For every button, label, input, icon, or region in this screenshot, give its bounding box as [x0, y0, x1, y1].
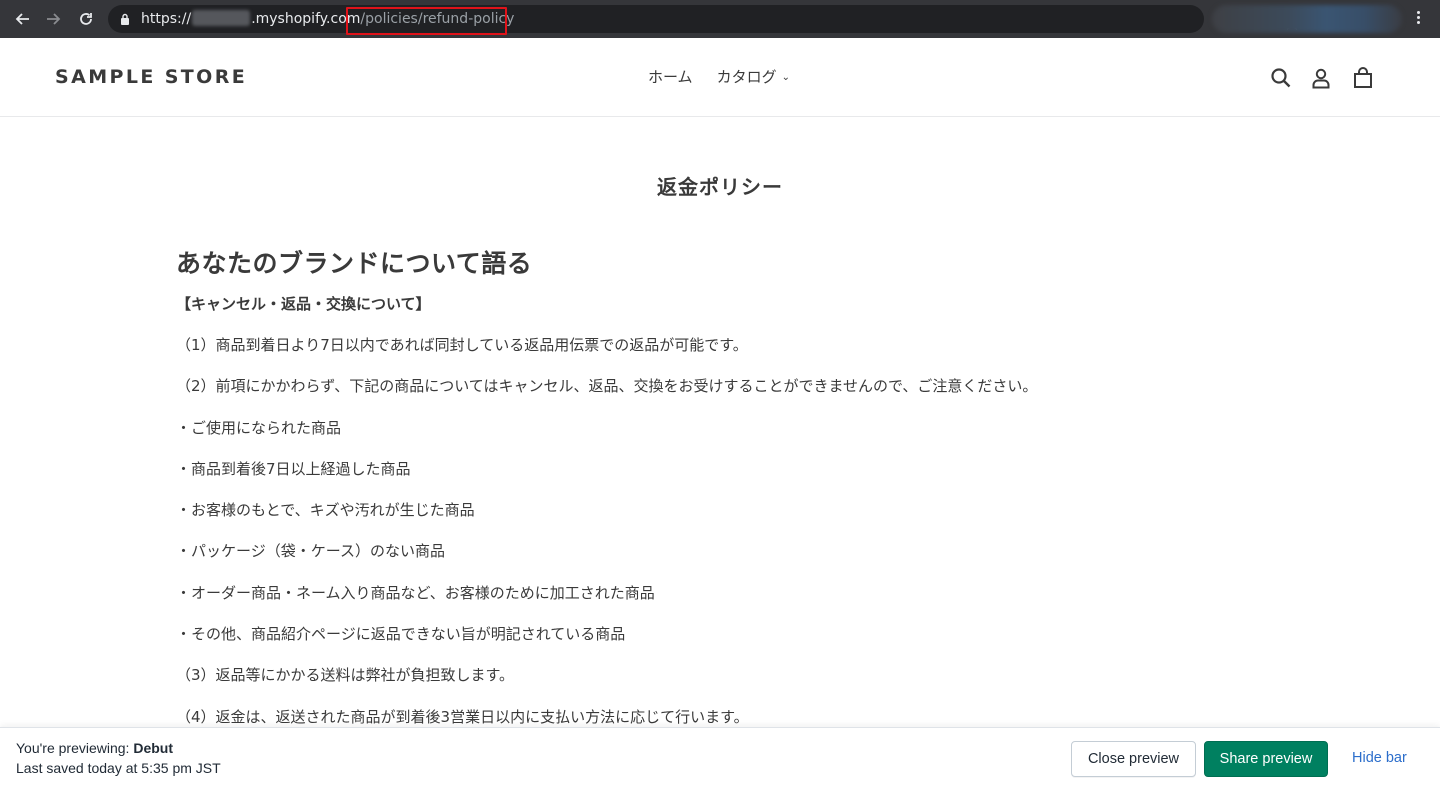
browser-menu-icon[interactable] [1410, 9, 1426, 29]
chevron-down-icon: ⌄ [781, 72, 790, 83]
account-icon[interactable] [1310, 67, 1332, 89]
policy-heading: あなたのブランドについて語る [176, 249, 533, 278]
address-bar[interactable]: https://.myshopify.com/policies/refund-p… [108, 5, 1300, 33]
lock-icon [121, 13, 129, 25]
search-icon[interactable] [1270, 67, 1292, 89]
share-preview-button[interactable]: Share preview [1204, 741, 1328, 777]
policy-paragraph: ・その他、商品紹介ページに返品できない旨が明記されている商品 [176, 625, 626, 644]
main-nav: ホーム カタログ ⌄ [648, 66, 814, 87]
forward-button[interactable] [39, 4, 69, 34]
store-header: SAMPLE STORE ホーム カタログ ⌄ [0, 38, 1440, 117]
nav-link-catalog[interactable]: カタログ ⌄ [717, 66, 790, 87]
policy-body: あなたのブランドについて語る 【キャンセル・返品・交換について】 （1）商品到着… [176, 249, 1266, 748]
reload-button[interactable] [71, 4, 101, 34]
browser-toolbar: https://.myshopify.com/policies/refund-p… [0, 0, 1440, 38]
reload-icon [80, 13, 92, 25]
last-saved-text: Last saved today at 5:35 pm JST [16, 760, 221, 776]
policy-paragraph: ・ご使用になられた商品 [176, 418, 342, 437]
close-preview-button[interactable]: Close preview [1071, 741, 1196, 777]
page-title: 返金ポリシー [657, 175, 783, 199]
nav-link-home[interactable]: ホーム [648, 66, 693, 87]
policy-paragraph: ・商品到着後7日以上経過した商品 [176, 459, 411, 478]
previewing-text: You're previewing: Debut [16, 740, 173, 756]
nav-link-catalog-label: カタログ [716, 68, 777, 86]
url-path-highlight [346, 7, 507, 35]
hide-bar-link[interactable]: Hide bar [1352, 750, 1407, 766]
policy-paragraph: （2）前項にかかわらず、下記の商品についてはキャンセル、返品、交換をお受けするこ… [176, 377, 1038, 396]
arrow-right-icon [47, 13, 61, 25]
policy-paragraph: （4）返金は、返送された商品が到着後3営業日以内に支払い方法に応じて行います。 [176, 707, 749, 726]
url-redacted [192, 10, 251, 26]
policy-paragraph: （1）商品到着日より7日以内であれば同封している返品用伝票での返品が可能です。 [176, 336, 748, 354]
theme-name: Debut [133, 740, 174, 756]
arrow-left-icon [15, 13, 29, 25]
url-host: .myshopify.com [251, 11, 361, 27]
previewing-prefix: You're previewing: [16, 740, 134, 756]
policy-paragraph: ・パッケージ（袋・ケース）のない商品 [176, 542, 445, 561]
policy-paragraph: （3）返品等にかかる送料は弊社が負担致します。 [176, 666, 515, 685]
policy-paragraph: ・お客様のもとで、キズや汚れが生じた商品 [176, 501, 475, 520]
back-button[interactable] [7, 4, 37, 34]
cart-icon[interactable] [1352, 67, 1374, 89]
theme-preview-bar: You're previewing: Debut Last saved toda… [0, 727, 1440, 788]
store-logo[interactable]: SAMPLE STORE [55, 66, 247, 88]
policy-paragraph: ・オーダー商品・ネーム入り商品など、お客様のために加工された商品 [176, 583, 655, 602]
extensions-area-redacted [1212, 5, 1402, 33]
section-label: 【キャンセル・返品・交換について】 [176, 295, 431, 313]
url-protocol: https:// [141, 11, 192, 27]
